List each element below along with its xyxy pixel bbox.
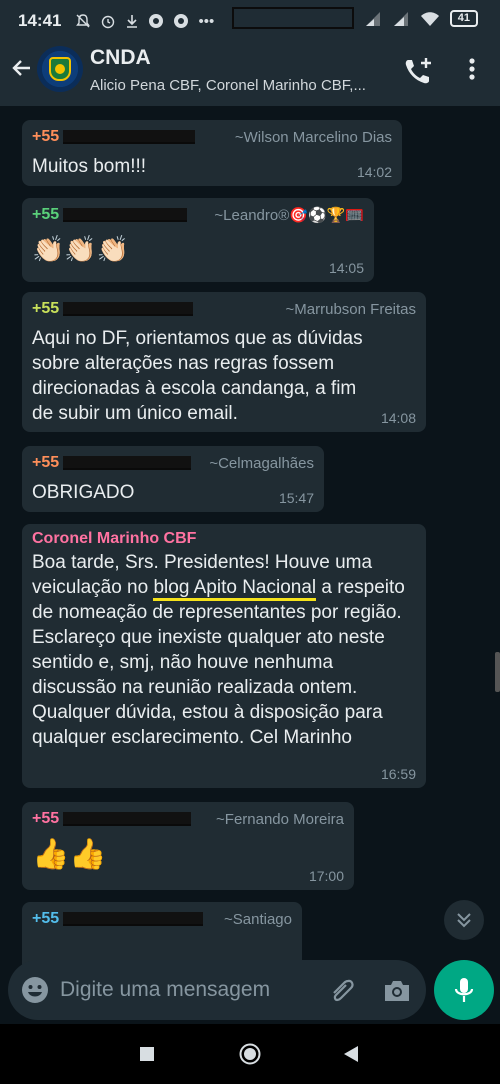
highlighted-link[interactable]: blog Apito Nacional <box>153 577 317 601</box>
double-chevron-down-icon <box>457 913 471 928</box>
alarm-icon <box>102 15 115 28</box>
chrome-icon <box>174 13 189 28</box>
message-time: 17:00 <box>308 868 344 884</box>
add-call-icon[interactable] <box>402 56 436 86</box>
sender-phone: +55 <box>32 454 60 471</box>
sender-pushname: ~Celmagalhães <box>209 454 314 472</box>
redacted-number <box>63 912 204 926</box>
signal-icon <box>365 11 380 26</box>
sender-phone: +55 <box>32 910 60 927</box>
sender-pushname: ~Marrubson Freitas <box>285 300 416 318</box>
message-time: 15:47 <box>278 490 314 506</box>
message-time: 16:59 <box>380 766 416 782</box>
message-text: 👍👍 <box>32 838 107 871</box>
sender-phone: +55 <box>32 300 60 317</box>
microphone-icon <box>454 978 474 1002</box>
sender-phone: +55 <box>32 128 60 145</box>
sender-pushname: ~Leandro®🎯⚽🏆🥅 <box>214 207 364 224</box>
message-time: 14:02 <box>356 164 392 180</box>
back-nav-icon[interactable] <box>342 1045 360 1063</box>
status-bar: 14:41 ••• 41 <box>0 0 500 42</box>
signal-icon <box>393 11 408 26</box>
camera-icon[interactable] <box>382 976 412 1006</box>
scroll-down-button[interactable] <box>444 900 484 940</box>
message-bubble[interactable]: +55 ~Marrubson Freitas Aqui no DF, orien… <box>22 292 426 432</box>
redacted-number <box>63 208 188 222</box>
group-participants[interactable]: Alicio Pena CBF, Coronel Marinho CBF,... <box>90 77 366 94</box>
message-bubble[interactable]: +55 ~Celmagalhães OBRIGADO 15:47 <box>22 446 324 512</box>
chat-header[interactable]: CNDA Alicio Pena CBF, Coronel Marinho CB… <box>0 42 500 106</box>
message-composer <box>8 960 426 1020</box>
status-icons: ••• <box>75 13 214 30</box>
sender-pushname: ~Wilson Marcelino Dias <box>234 128 392 146</box>
back-arrow-icon[interactable] <box>8 56 36 84</box>
sender-name: Coronel Marinho CBF <box>32 530 197 547</box>
message-text: OBRIGADO <box>32 482 135 503</box>
message-input[interactable] <box>60 972 320 1008</box>
recents-icon[interactable] <box>139 1046 155 1062</box>
emoji-icon[interactable] <box>20 975 50 1005</box>
system-nav-bar <box>0 1024 500 1084</box>
mute-bell-icon <box>76 13 91 27</box>
home-icon[interactable] <box>238 1042 262 1066</box>
attach-icon[interactable] <box>326 976 356 1006</box>
redacted-number <box>63 302 194 316</box>
group-title[interactable]: CNDA <box>90 46 151 70</box>
chat-messages[interactable]: +55 ~Wilson Marcelino Dias Muitos bom!!!… <box>0 106 500 1024</box>
download-icon <box>127 14 138 28</box>
group-avatar[interactable] <box>37 46 83 92</box>
redacted-number <box>63 812 192 826</box>
message-text: 👏🏻👏🏻👏🏻 <box>32 234 130 264</box>
message-text: Muitos bom!!! <box>32 156 147 177</box>
wifi-icon <box>420 11 439 26</box>
mic-button[interactable] <box>434 960 494 1020</box>
message-time: 14:08 <box>380 410 416 426</box>
message-text-part: a respeito de nomeação de representantes… <box>32 577 405 748</box>
message-bubble[interactable]: Coronel Marinho CBF Boa tarde, Srs. Pres… <box>22 524 426 788</box>
message-text: Boa tarde, Srs. Presidentes! Houve uma v… <box>32 550 418 750</box>
more-vert-icon[interactable] <box>462 54 482 84</box>
status-time: 14:41 <box>18 11 62 30</box>
message-bubble[interactable]: +55 ~Fernando Moreira 👍👍 17:00 <box>22 802 354 890</box>
message-bubble[interactable]: +55 ~Leandro®🎯⚽🏆🥅 👏🏻👏🏻👏🏻 14:05 <box>22 198 374 282</box>
battery-icon: 41 <box>449 10 478 27</box>
redacted-number <box>63 130 196 144</box>
chrome-icon <box>149 13 164 28</box>
message-text: Aqui no DF, orientamos que as dúvidas so… <box>32 328 363 424</box>
sender-pushname: ~Fernando Moreira <box>216 810 344 828</box>
status-right: 41 <box>364 10 478 27</box>
message-bubble[interactable]: +55 ~Wilson Marcelino Dias Muitos bom!!!… <box>22 120 402 186</box>
sender-phone: +55 <box>32 810 60 827</box>
sender-phone: +55 <box>32 206 60 223</box>
redacted-area <box>232 7 354 29</box>
scrollbar[interactable] <box>495 652 500 692</box>
redacted-number <box>63 456 192 470</box>
more-dots-icon: ••• <box>198 12 215 30</box>
sender-pushname: ~Santiago <box>224 910 292 928</box>
message-time: 14:05 <box>328 260 364 276</box>
